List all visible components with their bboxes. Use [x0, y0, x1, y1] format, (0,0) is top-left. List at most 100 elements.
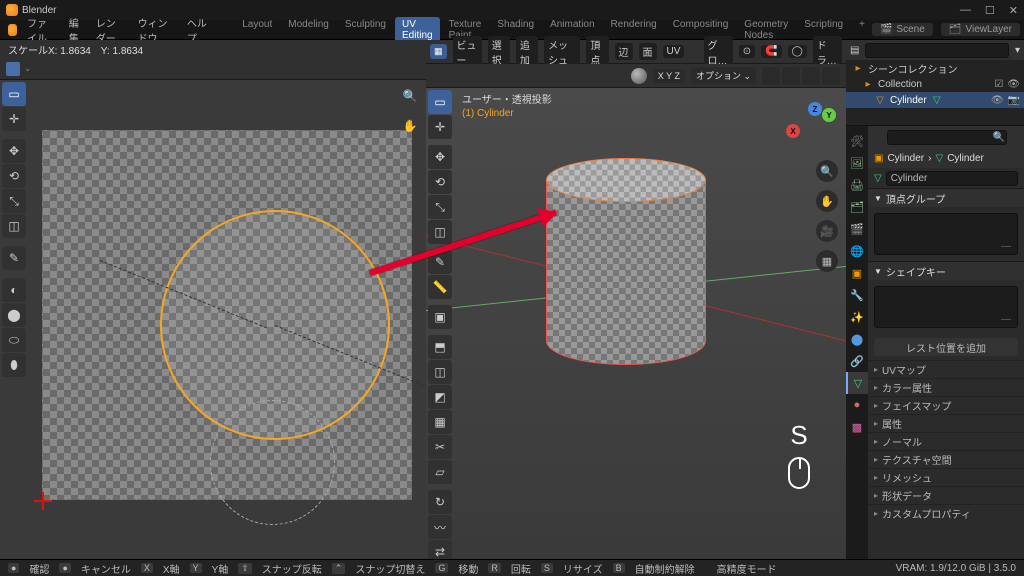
vgroups-list[interactable] [874, 213, 1018, 255]
cylinder-object[interactable] [546, 158, 706, 388]
zoom-icon[interactable]: 🔍 [816, 160, 838, 182]
navigation-gizmo[interactable]: X Y Z [786, 102, 836, 152]
proptab-physics[interactable]: ⬤ [846, 328, 868, 350]
uv-tool-grab[interactable]: ⬤ [2, 303, 26, 327]
panel-custom-props[interactable]: ▸カスタムプロパティ [868, 504, 1024, 522]
minimize-button[interactable]: — [960, 4, 971, 17]
item-visibility-toggle[interactable]: 👁 [991, 95, 1004, 106]
proptab-output[interactable]: 🖨 [846, 174, 868, 196]
pan-icon[interactable]: ✋ [816, 190, 838, 212]
uv-tool-relax[interactable]: ⬭ [2, 328, 26, 352]
panel-face-maps[interactable]: ▸フェイスマップ [868, 396, 1024, 414]
collection-vis-toggle[interactable]: 👁 [1007, 79, 1020, 90]
uv-image-slot-icon[interactable] [6, 62, 20, 76]
uv-tool-select-box[interactable]: ▭ [2, 82, 26, 106]
uv-2d-cursor-icon[interactable] [34, 492, 52, 510]
add-rest-position-button[interactable]: レスト位置を追加 [874, 338, 1018, 356]
properties-search[interactable] [887, 130, 1007, 145]
tab-modeling[interactable]: Modeling [281, 17, 336, 43]
vp-tool-spin[interactable]: ↻ [428, 490, 452, 514]
menu-uv[interactable]: UV [663, 45, 685, 58]
pivot-dropdown[interactable]: ⊙ [739, 45, 755, 58]
panel-normals[interactable]: ▸ノーマル [868, 432, 1024, 450]
uv-tool-annotate[interactable]: ✎ [2, 246, 26, 270]
vp-tool-edgeslide[interactable]: ⇄ [428, 540, 452, 559]
proptab-world[interactable]: 🌐 [846, 240, 868, 262]
shading-material[interactable] [802, 67, 820, 85]
shapekeys-list[interactable] [874, 286, 1018, 328]
data-name-field[interactable]: Cylinder [886, 171, 1018, 186]
tab-uv-editing[interactable]: UV Editing [395, 17, 440, 43]
menu-edge[interactable]: 辺 [615, 43, 633, 60]
vp-tool-polybuild[interactable]: ▱ [428, 460, 452, 484]
proptab-particles[interactable]: ✨ [846, 306, 868, 328]
tab-layout[interactable]: Layout [235, 17, 279, 43]
menu-face[interactable]: 面 [639, 43, 657, 60]
gizmo-y-icon[interactable]: Y [822, 108, 836, 122]
drag-dropdown[interactable]: ドラ… [813, 36, 842, 68]
shading-matcap-icon[interactable] [631, 68, 647, 84]
vp-tool-inset[interactable]: ◫ [428, 360, 452, 384]
gizmo-z-icon[interactable]: Z [808, 102, 822, 116]
uv-tool-move[interactable]: ✥ [2, 139, 26, 163]
outliner-search[interactable] [865, 43, 1009, 58]
proportional-toggle[interactable]: ◯ [788, 45, 807, 58]
mirror-axes[interactable]: X Y Z [653, 69, 685, 83]
proptab-constraints[interactable]: 🔗 [846, 350, 868, 372]
uv-tool-scale[interactable]: ⤡ [2, 189, 26, 213]
panel-color-attributes[interactable]: ▸カラー属性 [868, 378, 1024, 396]
outliner-collection-row[interactable]: ▸ Collection ☑👁 [846, 76, 1024, 92]
snap-toggle[interactable]: 🧲 [761, 45, 781, 58]
mode-selector[interactable]: ▦ [430, 44, 447, 59]
menu-view[interactable]: ビュー [453, 36, 482, 68]
panel-texture-space[interactable]: ▸テクスチャ空間 [868, 450, 1024, 468]
vp-tool-loopcut[interactable]: ▦ [428, 410, 452, 434]
vp-tool-select-box[interactable]: ▭ [428, 90, 452, 114]
uv-tool-transform[interactable]: ◫ [2, 214, 26, 238]
close-button[interactable]: ✕ [1009, 4, 1018, 17]
crumb-data[interactable]: Cylinder [947, 153, 984, 164]
gizmo-x-icon[interactable]: X [786, 124, 800, 138]
menu-mesh[interactable]: メッシュ [544, 36, 580, 68]
viewlayer-selector[interactable]: 🗂 ViewLayer [941, 23, 1020, 36]
uv-tool-cursor[interactable]: ✛ [2, 107, 26, 131]
collection-exclude-toggle[interactable]: ☑ [994, 79, 1003, 90]
tab-geometry-nodes[interactable]: Geometry Nodes [737, 17, 795, 43]
vp-tool-transform[interactable]: ◫ [428, 220, 452, 244]
uv-image-dropdown-icon[interactable]: ⌄ [24, 63, 32, 74]
orientation-dropdown[interactable]: グロ… [704, 36, 733, 68]
vp-tool-knife[interactable]: ✂ [428, 435, 452, 459]
proptab-modifiers[interactable]: 🔧 [846, 284, 868, 306]
uv-canvas[interactable]: ▭ ✛ ✥ ⟲ ⤡ ◫ ✎ ◐ ⬤ ⬭ ⬮ 🔍 ✋ [0, 80, 426, 559]
proptab-viewlayer[interactable]: 🗂 [846, 196, 868, 218]
tab-rendering[interactable]: Rendering [604, 17, 664, 43]
blender-menu-icon[interactable] [8, 24, 17, 36]
maximize-button[interactable]: ☐ [985, 4, 995, 17]
outliner-item-cylinder[interactable]: ▽ Cylinder ▽ 👁 📷 [846, 92, 1024, 108]
proptab-data[interactable]: ▽ [846, 372, 868, 394]
panel-geometry-data[interactable]: ▸形状データ [868, 486, 1024, 504]
panel-uvmaps[interactable]: ▸UVマップ [868, 360, 1024, 378]
uv-zoom-icon[interactable]: 🔍 [398, 84, 422, 108]
proptab-tool[interactable]: 🛠 [846, 130, 868, 152]
panel-attributes[interactable]: ▸属性 [868, 414, 1024, 432]
shading-wireframe[interactable] [762, 67, 780, 85]
proptab-scene[interactable]: 🎬 [846, 218, 868, 240]
vp-tool-cursor[interactable]: ✛ [428, 115, 452, 139]
scene-selector[interactable]: 🎬 Scene [872, 23, 933, 36]
outliner-scene-row[interactable]: ▸ シーンコレクション [846, 60, 1024, 76]
uv-tool-rotate[interactable]: ⟲ [2, 164, 26, 188]
options-dropdown[interactable]: オプション ⌄ [691, 67, 756, 84]
vp-tool-extrude[interactable]: ⬒ [428, 335, 452, 359]
panel-remesh[interactable]: ▸リメッシュ [868, 468, 1024, 486]
proptab-texture[interactable]: ▩ [846, 416, 868, 438]
tab-sculpting[interactable]: Sculpting [338, 17, 393, 43]
vp-tool-move[interactable]: ✥ [428, 145, 452, 169]
uv-tool-rip[interactable]: ◐ [2, 278, 26, 302]
item-render-toggle[interactable]: 📷 [1008, 95, 1020, 106]
vp-tool-scale[interactable]: ⤡ [428, 195, 452, 219]
proptab-render[interactable]: 🖼 [846, 152, 868, 174]
shading-solid[interactable] [782, 67, 800, 85]
proptab-object[interactable]: ▣ [846, 262, 868, 284]
vp-tool-smooth[interactable]: 〰 [428, 515, 452, 539]
